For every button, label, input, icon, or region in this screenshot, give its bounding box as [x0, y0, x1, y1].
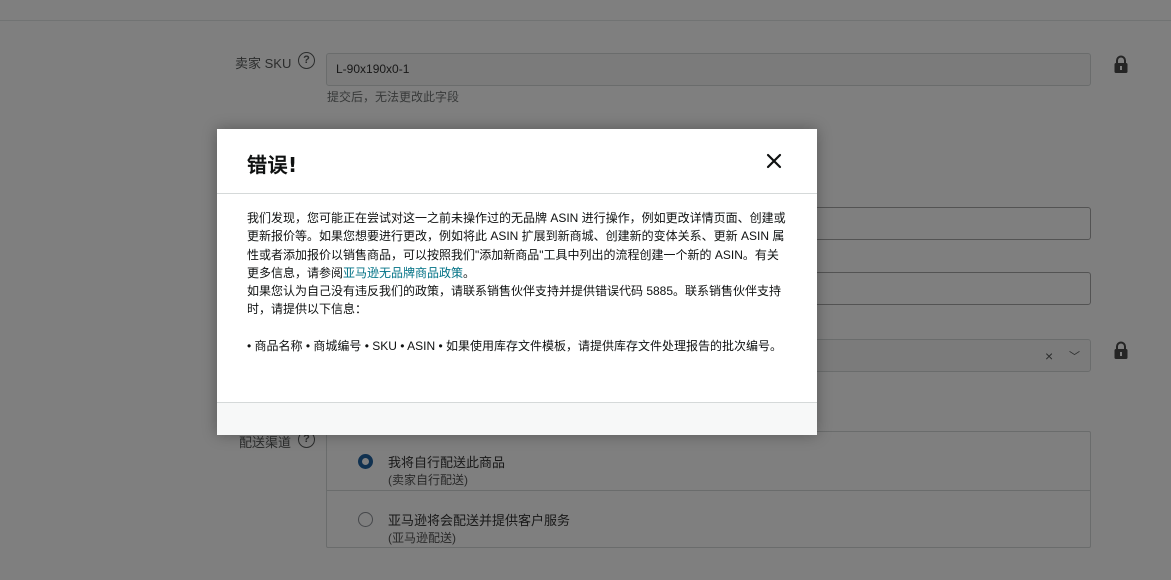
dialog-title: 错误! [247, 153, 298, 177]
close-icon[interactable] [762, 149, 786, 173]
dialog-paragraph-1: 我们发现，您可能正在尝试对这一之前未操作过的无品牌 ASIN 进行操作，例如更改… [247, 209, 787, 282]
dialog-body: 我们发现，您可能正在尝试对这一之前未操作过的无品牌 ASIN 进行操作，例如更改… [247, 209, 787, 355]
dialog-header: 错误! [217, 129, 817, 194]
dialog-paragraph-3: • 商品名称 • 商城编号 • SKU • ASIN • 如果使用库存文件模板，… [247, 338, 783, 353]
dialog-text: 我们发现，您可能正在尝试对这一之前未操作过的无品牌 ASIN 进行操作，例如更改… [247, 211, 786, 280]
error-dialog: 错误! 我们发现，您可能正在尝试对这一之前未操作过的无品牌 ASIN 进行操作，… [217, 129, 817, 435]
dialog-text-end: 。 [463, 265, 476, 280]
dialog-paragraph-2: 如果您认为自己没有违反我们的政策，请联系销售伙伴支持并提供错误代码 5885。联… [247, 284, 782, 317]
unbranded-policy-link[interactable]: 亚马逊无品牌商品政策 [343, 266, 463, 280]
dialog-footer [217, 402, 817, 435]
